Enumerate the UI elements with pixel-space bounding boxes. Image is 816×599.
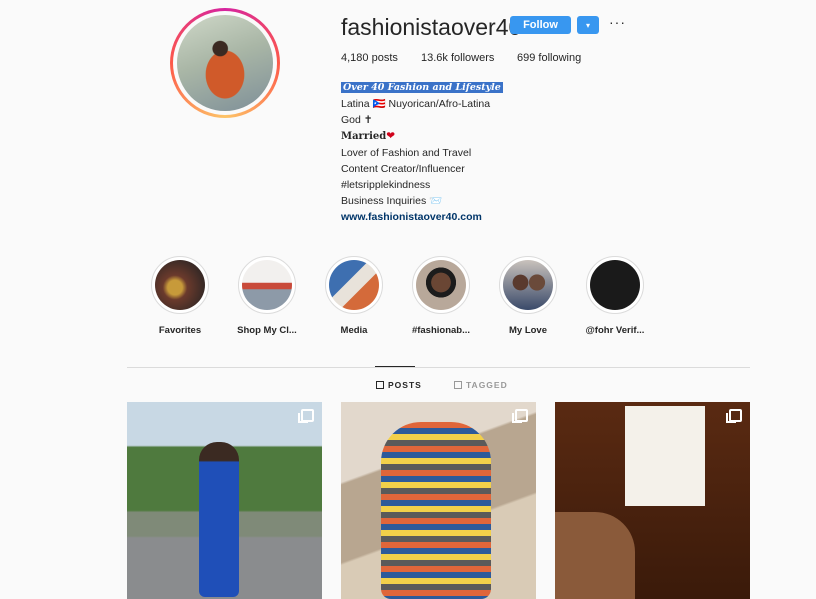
highlight-my-love[interactable]: My Love	[488, 256, 568, 336]
highlight-ring	[238, 256, 296, 314]
highlight-cover	[329, 260, 379, 310]
heart-icon: ❤	[386, 130, 396, 142]
bio-headline: Over 40 Fashion and Lifestyle	[341, 82, 503, 93]
bio-line-heritage: Latina 🇵🇷 Nuyorican/Afro-Latina	[341, 98, 491, 110]
bio-line-role: Content Creator/Influencer	[341, 163, 465, 175]
highlight-label: Shop My Cl...	[237, 325, 297, 336]
bio-line-married: Married	[341, 131, 387, 142]
highlight-ring	[325, 256, 383, 314]
followers-count[interactable]: 13.6k followers	[421, 52, 494, 64]
highlight-label: @fohr Verif...	[585, 325, 645, 336]
tab-posts-label: POSTS	[388, 380, 422, 390]
bio-line-interests: Lover of Fashion and Travel	[341, 147, 472, 159]
highlight-ring	[586, 256, 644, 314]
follow-button[interactable]: Follow	[510, 16, 571, 34]
highlight-ring	[412, 256, 470, 314]
grid-icon	[376, 381, 384, 389]
bio-hashtag[interactable]: #letsripplekindness	[341, 177, 503, 193]
bio-line-faith: God ✝	[341, 114, 373, 126]
post-thumbnail[interactable]	[341, 402, 536, 599]
tagged-icon	[454, 381, 462, 389]
tab-tagged-label: TAGGED	[466, 380, 508, 390]
website-link[interactable]: www.fashionistaover40.com	[341, 211, 482, 223]
highlight-fohr[interactable]: @fohr Verif...	[575, 256, 655, 336]
highlight-label: My Love	[508, 325, 547, 336]
more-options-icon[interactable]: ···	[609, 14, 626, 30]
highlight-label: #fashionab...	[411, 325, 471, 336]
username-title: fashionistaover40	[341, 14, 522, 40]
highlight-label: Media	[340, 325, 368, 336]
highlight-cover	[590, 260, 640, 310]
highlight-ring	[499, 256, 557, 314]
post-figure	[381, 422, 491, 599]
highlight-label: Favorites	[158, 325, 202, 336]
multiple-photos-icon	[512, 409, 528, 423]
highlight-cover	[416, 260, 466, 310]
post-figure	[199, 442, 239, 597]
chevron-down-icon: ▾	[585, 20, 590, 30]
profile-avatar[interactable]	[170, 8, 280, 118]
avatar-image	[177, 15, 273, 111]
tabs-divider	[127, 367, 750, 368]
tab-tagged[interactable]: TAGGED	[454, 380, 508, 390]
highlight-cover	[155, 260, 205, 310]
profile-bio: Over 40 Fashion and Lifestyle Latina 🇵🇷 …	[341, 79, 503, 225]
active-tab-indicator	[375, 366, 415, 367]
post-thumbnail[interactable]	[555, 402, 750, 599]
highlight-cover	[242, 260, 292, 310]
highlight-ring	[151, 256, 209, 314]
avatar-gap	[173, 11, 277, 115]
suggestions-dropdown-button[interactable]: ▾	[577, 16, 599, 34]
post-hand	[555, 512, 635, 599]
highlight-fashionable[interactable]: #fashionab...	[401, 256, 481, 336]
multiple-photos-icon	[726, 409, 742, 423]
multiple-photos-icon	[298, 409, 314, 423]
highlight-favorites[interactable]: Favorites	[140, 256, 220, 336]
posts-count: 4,180 posts	[341, 52, 398, 64]
post-thumbnail[interactable]	[127, 402, 322, 599]
tab-posts[interactable]: POSTS	[376, 380, 422, 390]
highlight-shop[interactable]: Shop My Cl...	[227, 256, 307, 336]
highlight-media[interactable]: Media	[314, 256, 394, 336]
post-card	[625, 406, 705, 506]
bio-line-business: Business Inquiries 📨	[341, 195, 443, 207]
highlight-cover	[503, 260, 553, 310]
following-count[interactable]: 699 following	[517, 52, 581, 64]
